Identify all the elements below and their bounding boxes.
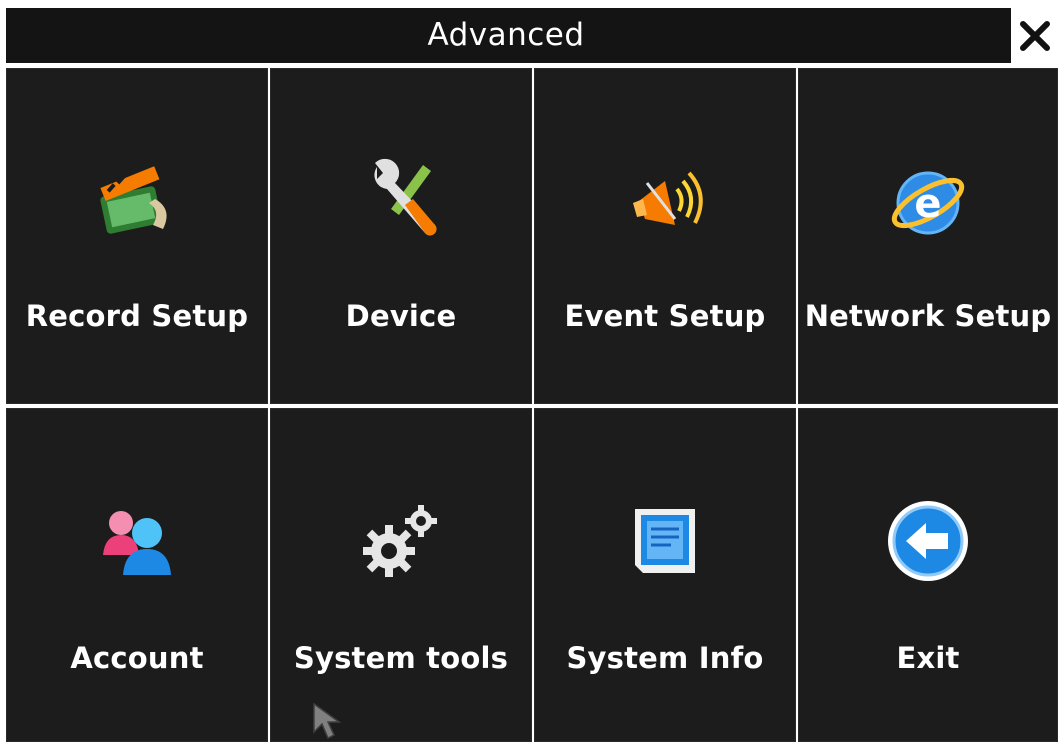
title-bar: Advanced — [6, 8, 1058, 63]
svg-text:e: e — [914, 181, 941, 227]
record-setup-tile[interactable]: Record Setup — [6, 68, 268, 404]
film-clapper-icon — [89, 153, 185, 249]
event-setup-label: Event Setup — [564, 299, 766, 333]
network-setup-tile[interactable]: e Network Setup — [798, 68, 1058, 404]
info-chip-icon — [617, 493, 713, 589]
event-setup-tile[interactable]: Event Setup — [534, 68, 796, 404]
speaker-alarm-icon — [617, 153, 713, 249]
device-tile[interactable]: Device — [270, 68, 532, 404]
system-tools-tile[interactable]: System tools — [270, 408, 532, 742]
exit-tile[interactable]: Exit — [798, 408, 1058, 742]
account-label: Account — [70, 641, 204, 675]
close-button[interactable] — [1008, 8, 1058, 63]
record-setup-label: Record Setup — [25, 299, 249, 333]
close-icon — [1019, 20, 1050, 51]
account-tile[interactable]: Account — [6, 408, 268, 742]
internet-globe-icon: e — [880, 153, 976, 249]
network-setup-label: Network Setup — [804, 299, 1052, 333]
users-icon — [89, 493, 185, 589]
system-info-tile[interactable]: System Info — [534, 408, 796, 742]
device-label: Device — [345, 299, 457, 333]
window-title: Advanced — [427, 17, 585, 53]
advanced-menu-grid: Record Setup Device Event Setup e Networ… — [6, 68, 1058, 742]
wrench-screwdriver-icon — [353, 153, 449, 249]
mouse-pointer-icon — [313, 702, 342, 740]
system-info-label: System Info — [566, 641, 764, 675]
system-tools-label: System tools — [293, 641, 509, 675]
gears-icon — [353, 493, 449, 589]
exit-label: Exit — [896, 641, 960, 675]
back-arrow-icon — [880, 493, 976, 589]
